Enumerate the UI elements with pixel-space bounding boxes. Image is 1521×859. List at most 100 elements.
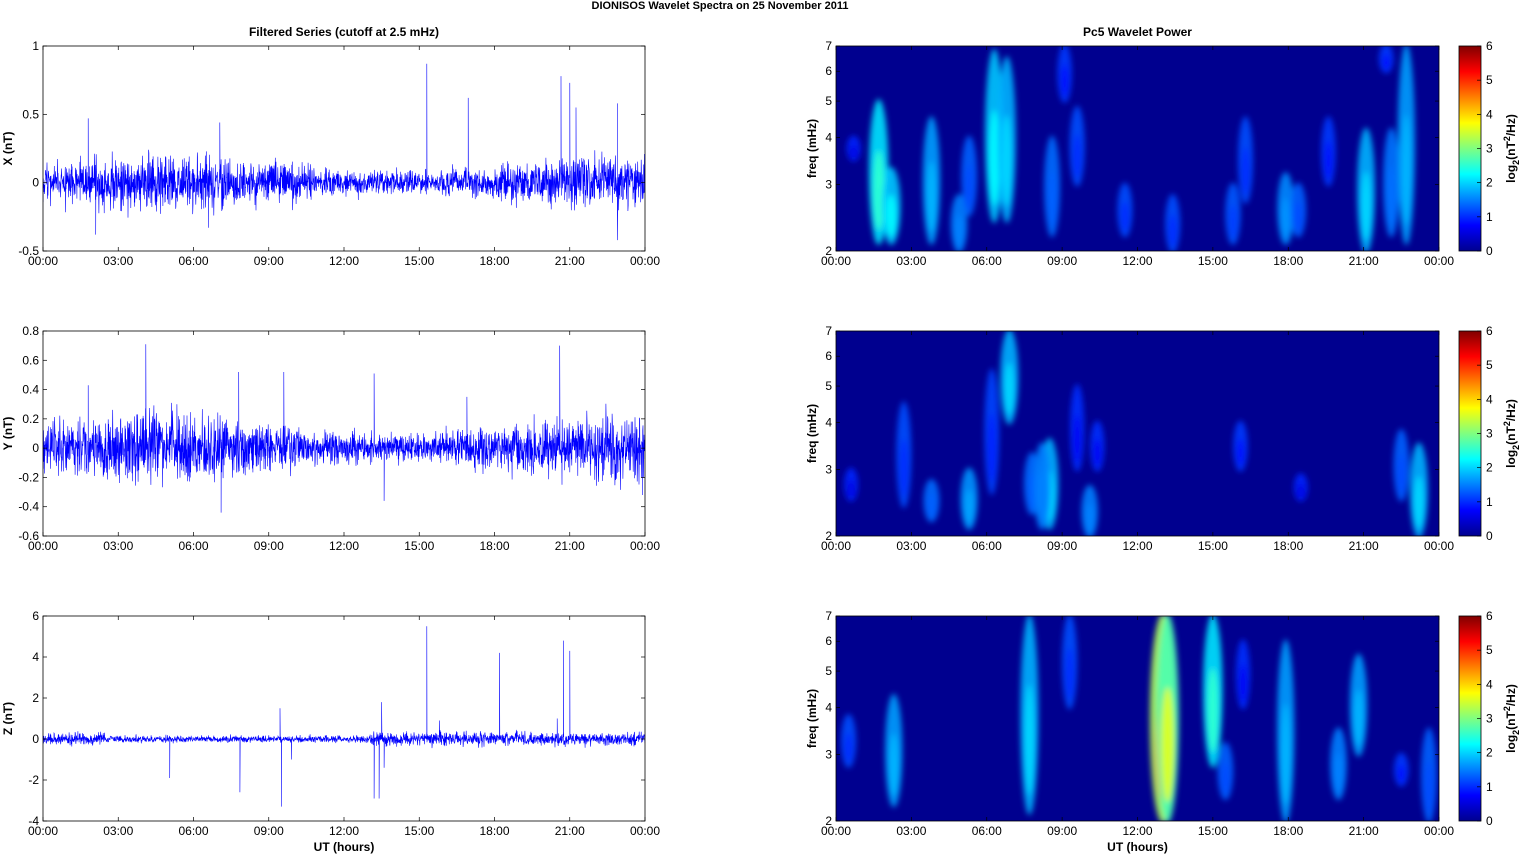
x-tick-label: 15:00 (1198, 824, 1228, 838)
y-axis-label: freq (mHz) (805, 119, 819, 178)
power-blob-core (1073, 414, 1081, 463)
axes-box (42, 330, 646, 537)
x-tick-label: 12:00 (329, 254, 359, 268)
power-blob-core (899, 438, 908, 498)
plot-area (43, 626, 645, 807)
x-tick-label: 03:00 (896, 254, 926, 268)
spectrogram-panel-1: 00:00 03:00 06:00 09:00 12:00 15:00 18:00 21:00… (805, 25, 1521, 268)
x-tick-label: 18:00 (1273, 824, 1303, 838)
power-blob-core (1281, 197, 1291, 238)
x-tick-label: 06:00 (972, 824, 1002, 838)
x-tick-label: 09:00 (1047, 539, 1077, 553)
x-tick-label: 06:00 (972, 539, 1002, 553)
y-tick-label: 6 (825, 634, 832, 648)
power-blob-core (1334, 752, 1343, 793)
plot-area (836, 331, 1439, 536)
x-tick-label: 18:00 (479, 254, 509, 268)
power-blob-core (1207, 667, 1219, 753)
y-tick-label: 0.6 (22, 353, 39, 367)
x-tick-label: 03:00 (896, 539, 926, 553)
y-tick-label: 6 (825, 349, 832, 363)
y-tick-label: 4 (32, 650, 39, 664)
power-blob-core (964, 489, 974, 524)
power-blob-core (1047, 171, 1057, 228)
x-tick-label: 06:00 (178, 254, 208, 268)
power-blob-core (888, 733, 899, 797)
x-tick-label: 21:00 (555, 539, 585, 553)
plot-area (43, 63, 645, 241)
x-tick-label: 00:00 (1424, 824, 1454, 838)
power-blob-core (1228, 204, 1238, 239)
y-tick-label: -4 (28, 814, 39, 828)
y-tick-label: 7 (825, 39, 832, 53)
power-blob-core (1424, 760, 1434, 814)
power-blob-core (1361, 171, 1372, 241)
colorbar-tick-label: 0 (1486, 529, 1493, 543)
x-tick-label: 15:00 (1198, 254, 1228, 268)
y-tick-label: 5 (825, 664, 832, 678)
y-tick-label: 0.5 (22, 107, 39, 121)
power-blob-core (989, 109, 1000, 206)
x-tick-label: 09:00 (1047, 254, 1077, 268)
power-blob-core (1073, 134, 1082, 179)
x-tick-label: 12:00 (329, 539, 359, 553)
x-tick-label: 09:00 (254, 254, 284, 268)
power-blob-core (1221, 762, 1230, 795)
plot-area (43, 344, 645, 513)
colorbar-tick-label: 2 (1486, 746, 1493, 760)
x-tick-label: 00:00 (630, 824, 660, 838)
plot-area (836, 46, 1439, 251)
figure-title: DIONISOS Wavelet Spectra on 25 November … (592, 0, 849, 12)
y-tick-label: 4 (825, 416, 832, 430)
y-tick-label: -0.6 (18, 529, 39, 543)
colorbar-tick-label: 0 (1486, 814, 1493, 828)
colorbar-tick-label: 3 (1486, 142, 1493, 156)
y-tick-label: -0.4 (18, 500, 39, 514)
colorbar-label-part: log (1504, 450, 1518, 468)
x-tick-label: 21:00 (1349, 254, 1379, 268)
x-tick-label: 18:00 (479, 539, 509, 553)
power-blob-core (927, 494, 936, 519)
power-blob-core (926, 161, 937, 233)
power-blob-core (1401, 114, 1412, 225)
panel-title: Filtered Series (cutoff at 2.5 mHz) (249, 25, 439, 39)
colorbar-tick-label: 2 (1486, 176, 1493, 190)
power-blob-core (1294, 201, 1303, 232)
y-axis-label: Y (nT) (1, 417, 15, 451)
power-blob-core (1382, 54, 1391, 71)
colorbar-label-part: log (1504, 735, 1518, 753)
power-blob-core (1241, 146, 1250, 196)
y-tick-label: 1 (32, 39, 39, 53)
colorbar-label-part: (nT (1504, 141, 1518, 160)
colorbar-tick-label: 6 (1486, 39, 1493, 53)
power-blob-core (1239, 663, 1247, 703)
x-tick-label: 21:00 (555, 254, 585, 268)
y-tick-label: 3 (825, 748, 832, 762)
colorbar-label: log2(nT2/Hz) (1502, 399, 1521, 468)
panel-title: Pc5 Wavelet Power (1083, 25, 1192, 39)
power-blob-core (1093, 438, 1102, 467)
colorbar-tick-label: 4 (1486, 392, 1493, 406)
x-tick-label: 03:00 (103, 254, 133, 268)
power-blob-core (847, 479, 855, 499)
power-blob-core (1037, 473, 1047, 522)
power-blob-core (1065, 647, 1074, 701)
power-blob-core (1001, 114, 1012, 207)
colorbar-tick-label: 5 (1486, 358, 1493, 372)
y-tick-label: 0.2 (22, 412, 39, 426)
power-blob-core (1324, 140, 1333, 180)
x-tick-label: 06:00 (178, 539, 208, 553)
spectrogram-panel-3: 00:00 03:00 06:00 09:00 12:00 15:00 18:00 21:00… (805, 609, 1521, 854)
y-tick-label: 5 (825, 94, 832, 108)
x-tick-label: 12:00 (1122, 254, 1152, 268)
x-tick-label: 18:00 (1273, 539, 1303, 553)
x-axis-label: UT (hours) (1107, 840, 1168, 854)
y-axis-label: freq (mHz) (805, 404, 819, 463)
y-tick-label: 2 (825, 814, 832, 828)
power-blob-core (844, 732, 853, 763)
spectrogram-background (836, 616, 1439, 821)
colorbar: 0 1 2 3 4 5 6 log2(nT2/Hz) (1458, 324, 1521, 543)
y-tick-label: 0.8 (22, 324, 39, 338)
power-blob-core (1168, 214, 1177, 248)
axes-box (42, 45, 646, 252)
